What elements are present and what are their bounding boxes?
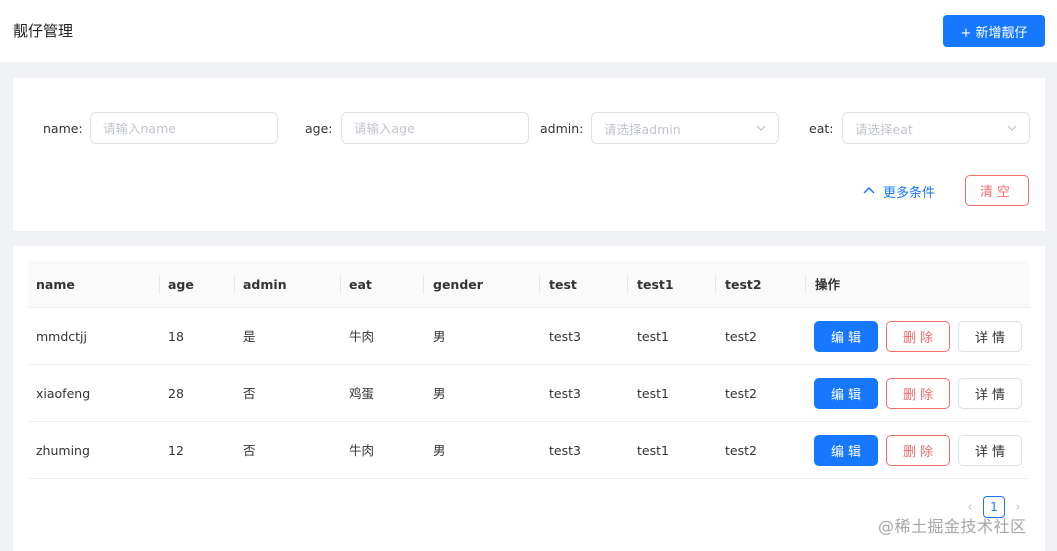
- admin-filter-label: admin:: [540, 121, 584, 136]
- detail-button[interactable]: 详情: [958, 435, 1022, 466]
- cell-test: test3: [549, 386, 581, 401]
- page-header: 靓仔管理 + 新增靓仔: [0, 0, 1057, 62]
- cell-name: zhuming: [36, 443, 90, 458]
- chevron-up-icon: [863, 187, 875, 194]
- age-filter-label: age:: [305, 121, 333, 136]
- more-conditions-toggle[interactable]: 更多条件: [863, 181, 935, 201]
- table-row: mmdctjj 18 是 牛肉 男 test3 test1 test2 编辑 删…: [28, 308, 1030, 365]
- column-header-test2: test2: [725, 277, 762, 292]
- table-panel: name age admin eat gender test test1 tes…: [13, 246, 1045, 551]
- cell-gender: 男: [433, 443, 446, 458]
- admin-select[interactable]: 请选择admin: [591, 112, 779, 144]
- cell-test1: test1: [637, 386, 669, 401]
- cell-admin: 是: [243, 329, 256, 344]
- chevron-down-icon: [756, 125, 766, 131]
- table-row: zhuming 12 否 牛肉 男 test3 test1 test2 编辑 删…: [28, 422, 1030, 479]
- column-header-name: name: [36, 277, 75, 292]
- cell-test2: test2: [725, 443, 757, 458]
- delete-button[interactable]: 删除: [886, 435, 950, 466]
- admin-select-placeholder: 请选择admin: [604, 121, 681, 137]
- column-divider: [423, 275, 424, 294]
- cell-eat: 牛肉: [349, 443, 375, 458]
- cell-test: test3: [549, 443, 581, 458]
- column-header-eat: eat: [349, 277, 372, 292]
- cell-test1: test1: [637, 329, 669, 344]
- cell-admin: 否: [243, 386, 256, 401]
- cell-gender: 男: [433, 386, 446, 401]
- cell-age: 28: [168, 386, 184, 401]
- eat-select[interactable]: 请选择eat: [842, 112, 1030, 144]
- column-divider: [805, 275, 806, 294]
- filter-panel: name: age: admin: 请选择admin eat: 请选择eat 更…: [13, 78, 1045, 231]
- detail-button[interactable]: 详情: [958, 321, 1022, 352]
- cell-eat: 牛肉: [349, 329, 375, 344]
- cell-gender: 男: [433, 329, 446, 344]
- clear-button[interactable]: 清空: [965, 175, 1029, 206]
- cell-test2: test2: [725, 329, 757, 344]
- name-input[interactable]: [90, 112, 278, 144]
- column-header-test1: test1: [637, 277, 674, 292]
- column-header-admin: admin: [243, 277, 287, 292]
- chevron-down-icon: [1007, 125, 1017, 131]
- column-header-test: test: [549, 277, 577, 292]
- delete-button[interactable]: 删除: [886, 378, 950, 409]
- edit-button[interactable]: 编辑: [814, 435, 878, 466]
- cell-test: test3: [549, 329, 581, 344]
- column-divider: [627, 275, 628, 294]
- eat-filter-label: eat:: [809, 121, 834, 136]
- eat-select-placeholder: 请选择eat: [855, 121, 913, 137]
- add-item-button[interactable]: + 新增靓仔: [943, 15, 1045, 47]
- edit-button[interactable]: 编辑: [814, 321, 878, 352]
- column-header-actions: 操作: [815, 277, 841, 292]
- detail-button[interactable]: 详情: [958, 378, 1022, 409]
- table-row: xiaofeng 28 否 鸡蛋 男 test3 test1 test2 编辑 …: [28, 365, 1030, 422]
- cell-name: mmdctjj: [36, 329, 88, 344]
- cell-age: 18: [168, 329, 184, 344]
- page-title: 靓仔管理: [13, 22, 74, 40]
- watermark: @稀土掘金技术社区: [878, 517, 1027, 536]
- column-header-age: age: [168, 277, 194, 292]
- cell-test2: test2: [725, 386, 757, 401]
- cell-name: xiaofeng: [36, 386, 91, 401]
- cell-admin: 否: [243, 443, 256, 458]
- column-divider: [539, 275, 540, 294]
- column-divider: [715, 275, 716, 294]
- column-header-gender: gender: [433, 277, 483, 292]
- name-filter-label: name:: [43, 121, 83, 136]
- age-input[interactable]: [341, 112, 529, 144]
- delete-button[interactable]: 删除: [886, 321, 950, 352]
- table-header: name age admin eat gender test test1 tes…: [28, 261, 1030, 308]
- cell-test1: test1: [637, 443, 669, 458]
- cell-age: 12: [168, 443, 184, 458]
- more-conditions-label: 更多条件: [883, 185, 936, 201]
- cell-eat: 鸡蛋: [349, 386, 375, 401]
- edit-button[interactable]: 编辑: [814, 378, 878, 409]
